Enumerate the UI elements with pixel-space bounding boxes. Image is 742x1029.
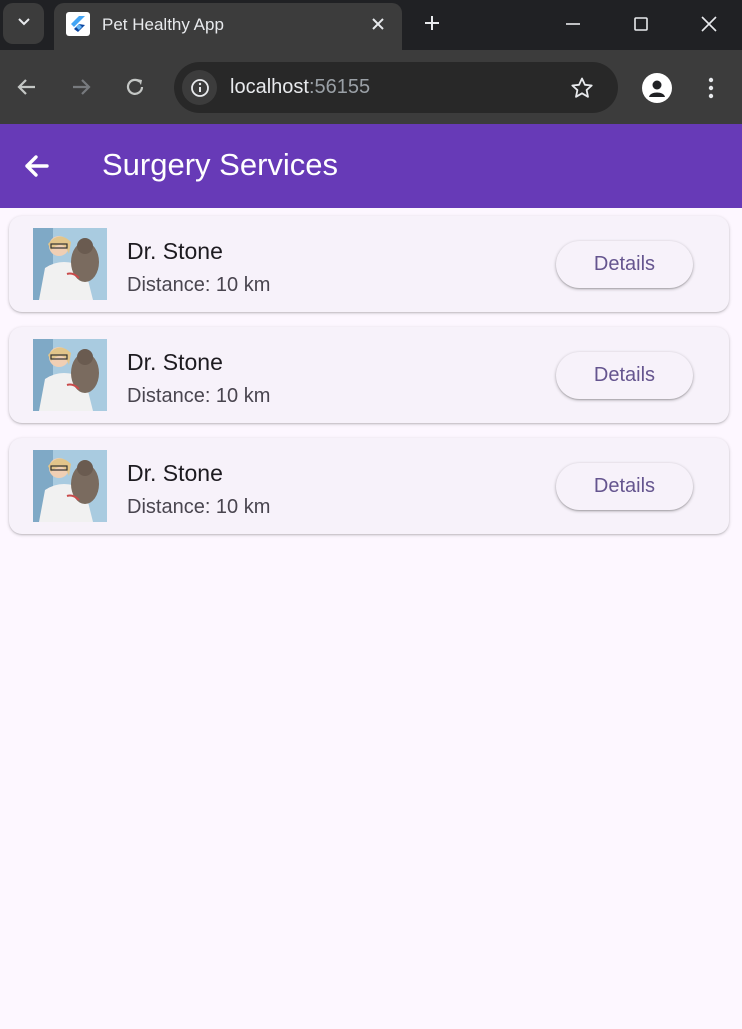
close-tab-icon[interactable]: [366, 12, 390, 36]
doctor-photo: [33, 228, 107, 300]
browser-tab-strip: Pet Healthy App: [0, 0, 742, 50]
bookmark-star-icon[interactable]: [568, 74, 596, 102]
address-bar[interactable]: localhost:56155: [174, 62, 618, 113]
details-button[interactable]: Details: [556, 463, 693, 510]
doctor-card: Dr. Stone Distance: 10 km Details: [9, 327, 729, 423]
info-icon[interactable]: [182, 70, 217, 105]
app-bar: Surgery Services: [0, 124, 742, 208]
doctor-photo: [33, 450, 107, 522]
reload-icon[interactable]: [120, 72, 150, 102]
details-button[interactable]: Details: [556, 352, 693, 399]
profile-avatar-icon[interactable]: [642, 73, 672, 103]
back-icon[interactable]: [12, 72, 42, 102]
doctor-card: Dr. Stone Distance: 10 km Details: [9, 216, 729, 312]
close-window-icon[interactable]: [689, 6, 729, 42]
browser-tab[interactable]: Pet Healthy App: [54, 3, 402, 50]
maximize-icon[interactable]: [621, 6, 661, 42]
doctor-distance: Distance: 10 km: [127, 385, 271, 407]
more-options-icon[interactable]: [697, 72, 725, 104]
forward-icon[interactable]: [66, 72, 96, 102]
back-arrow-icon[interactable]: [20, 150, 52, 182]
doctor-distance: Distance: 10 km: [127, 496, 271, 518]
flutter-icon: [66, 12, 90, 36]
doctor-photo: [33, 339, 107, 411]
url-text: localhost:56155: [230, 76, 371, 98]
browser-toolbar: localhost:56155: [0, 50, 742, 124]
doctor-name: Dr. Stone: [127, 349, 223, 375]
details-button[interactable]: Details: [556, 241, 693, 288]
doctor-distance: Distance: 10 km: [127, 274, 271, 296]
doctor-name: Dr. Stone: [127, 460, 223, 486]
tab-title: Pet Healthy App: [102, 15, 224, 34]
tab-search-button[interactable]: [3, 3, 44, 44]
doctor-name: Dr. Stone: [127, 238, 223, 264]
minimize-icon[interactable]: [553, 6, 593, 42]
chevron-down-icon: [16, 13, 32, 34]
page-title: Surgery Services: [102, 147, 339, 182]
doctor-card: Dr. Stone Distance: 10 km Details: [9, 438, 729, 534]
new-tab-icon[interactable]: [418, 9, 446, 37]
